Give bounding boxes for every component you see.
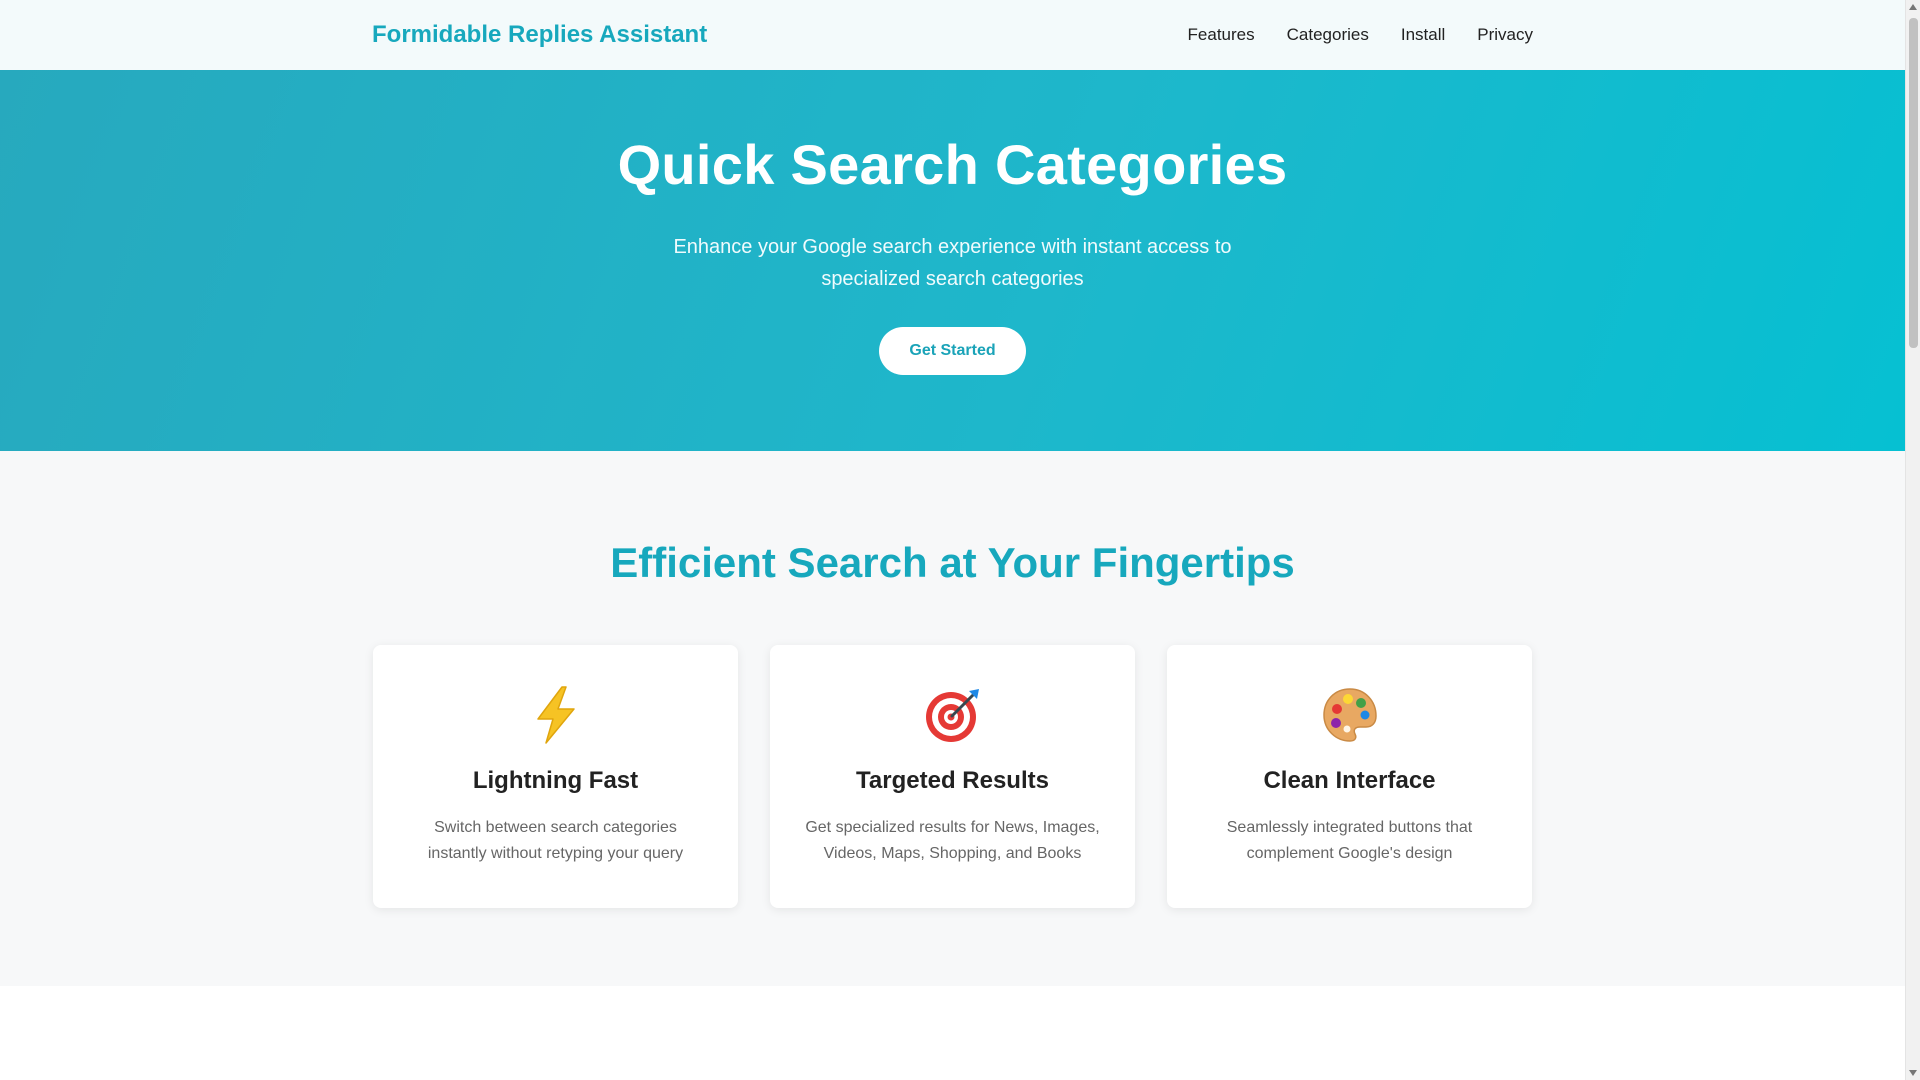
target-icon xyxy=(770,685,1135,745)
features-section: Efficient Search at Your Fingertips Ligh… xyxy=(0,451,1905,986)
nav-link-install[interactable]: Install xyxy=(1401,25,1445,45)
feature-card-targeted-results: Targeted Results Get specialized results… xyxy=(770,645,1135,908)
feature-cards: Lightning Fast Switch between search cat… xyxy=(0,645,1905,908)
hero-subtitle: Enhance your Google search experience wi… xyxy=(673,236,1232,290)
nav-link-categories[interactable]: Categories xyxy=(1287,25,1369,45)
next-section xyxy=(0,986,1905,1080)
feature-text: Seamlessly integrated buttons that compl… xyxy=(1226,819,1473,862)
palette-icon xyxy=(1167,685,1532,745)
scroll-down-arrow-icon[interactable] xyxy=(1909,1070,1917,1076)
feature-title: Lightning Fast xyxy=(472,767,639,794)
feature-title: Clean Interface xyxy=(1263,767,1436,794)
feature-text: Get specialized results for News, Images… xyxy=(805,819,1100,862)
page: Formidable Replies Assistant Features Ca… xyxy=(0,0,1920,1080)
nav-link-features[interactable]: Features xyxy=(1188,25,1255,45)
nav-link-privacy[interactable]: Privacy xyxy=(1477,25,1533,45)
feature-card-lightning-fast: Lightning Fast Switch between search cat… xyxy=(373,645,738,908)
vertical-scrollbar[interactable] xyxy=(1905,0,1920,1080)
main-nav: Features Categories Install Privacy xyxy=(1188,25,1533,45)
get-started-button[interactable]: Get Started xyxy=(879,327,1026,375)
hero-section: Quick Search Categories Enhance your Goo… xyxy=(0,70,1905,451)
lightning-icon xyxy=(373,685,738,745)
feature-title: Targeted Results xyxy=(856,767,1049,794)
brand-logo[interactable]: Formidable Replies Assistant xyxy=(372,21,707,49)
feature-text: Switch between search categories instant… xyxy=(427,819,684,862)
site-header: Formidable Replies Assistant Features Ca… xyxy=(0,0,1905,70)
scrollbar-thumb[interactable] xyxy=(1909,18,1918,348)
feature-card-clean-interface: Clean Interface Seamlessly integrated bu… xyxy=(1167,645,1532,908)
page-content: Formidable Replies Assistant Features Ca… xyxy=(0,0,1905,1080)
hero-title: Quick Search Categories xyxy=(617,133,1288,196)
scroll-up-arrow-icon[interactable] xyxy=(1909,4,1917,10)
features-heading: Efficient Search at Your Fingertips xyxy=(610,539,1295,586)
